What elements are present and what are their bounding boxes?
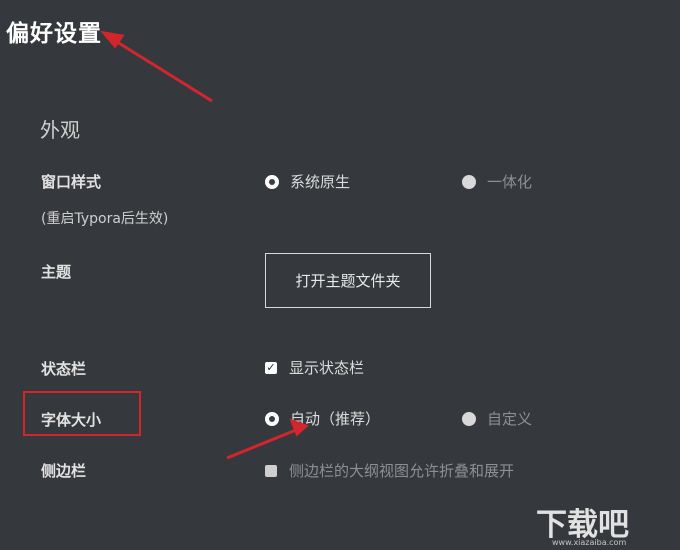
watermark-logo: 下载吧 www.xiazaiba.com <box>536 507 629 546</box>
arrow-to-title <box>100 30 213 103</box>
preferences-page: 偏好设置 外观 窗口样式 (重启Typora后生效) 系统原生 一体化 主题 打… <box>0 0 680 550</box>
watermark-url-text: www.xiazaiba.com <box>552 538 626 546</box>
arrow-to-font-size-auto <box>226 418 309 460</box>
annotation-arrows <box>100 30 309 460</box>
